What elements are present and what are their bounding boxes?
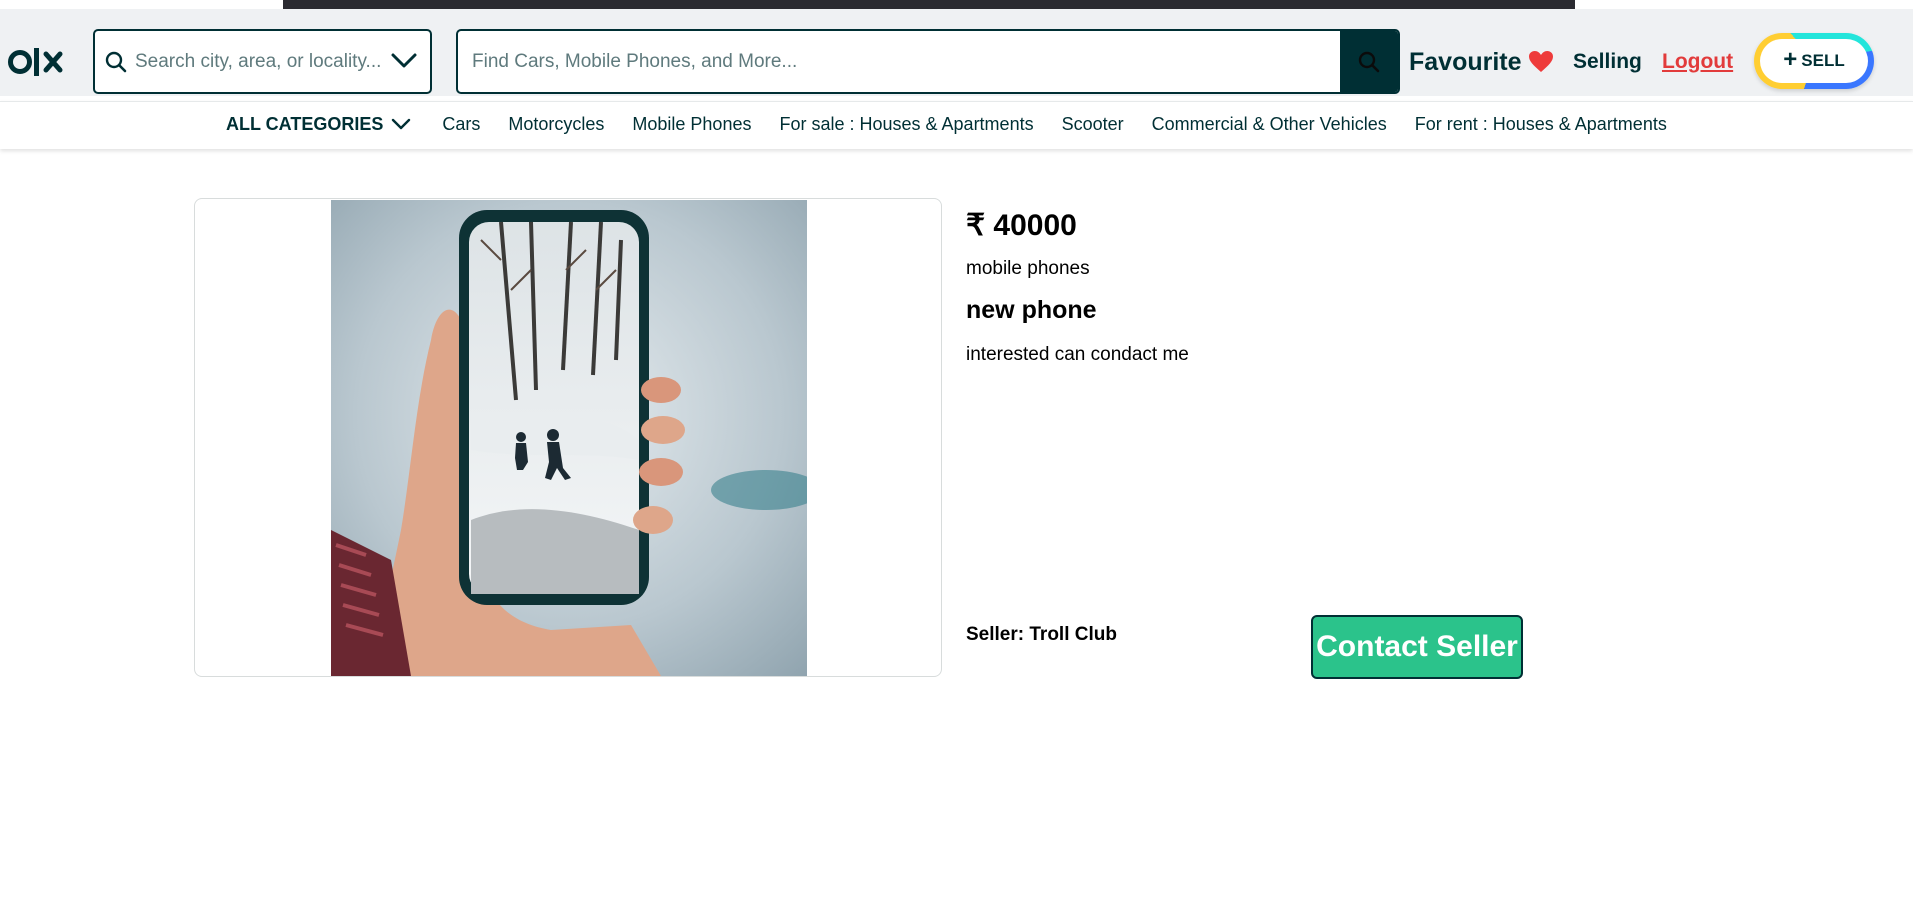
contact-seller-button[interactable]: Contact Seller (1311, 615, 1523, 679)
main-search-box[interactable] (456, 29, 1400, 94)
search-icon (1358, 51, 1380, 73)
category-link-houses-rent[interactable]: For rent : Houses & Apartments (1415, 114, 1667, 135)
location-search-box[interactable] (93, 29, 432, 94)
product-price: ₹ 40000 (966, 209, 1077, 242)
logout-link[interactable]: Logout (1662, 50, 1733, 74)
product-image-card (194, 198, 942, 677)
product-title: new phone (966, 296, 1097, 324)
category-link-commercial-vehicles[interactable]: Commercial & Other Vehicles (1152, 114, 1387, 135)
category-link-scooter[interactable]: Scooter (1062, 114, 1124, 135)
search-icon (105, 51, 127, 73)
favourite-label: Favourite (1409, 47, 1522, 76)
product-description: interested can condact me (966, 344, 1189, 365)
search-button[interactable] (1340, 31, 1398, 92)
browser-top-strip (0, 0, 1913, 9)
main-search-input[interactable] (472, 45, 1332, 79)
site-header: Favourite Selling Logout + SELL (0, 9, 1913, 96)
category-link-mobile-phones[interactable]: Mobile Phones (632, 114, 751, 135)
category-link-houses-sale[interactable]: For sale : Houses & Apartments (779, 114, 1033, 135)
sell-button[interactable]: + SELL (1754, 33, 1874, 89)
plus-icon: + (1783, 46, 1798, 73)
category-link-motorcycles[interactable]: Motorcycles (508, 114, 604, 135)
chevron-down-icon (392, 118, 411, 130)
category-list: ALL CATEGORIES Cars Motorcycles Mobile P… (226, 114, 1667, 135)
all-categories-dropdown[interactable]: ALL CATEGORIES (226, 114, 411, 135)
category-bar: ALL CATEGORIES Cars Motorcycles Mobile P… (0, 101, 1913, 149)
chevron-down-icon[interactable] (390, 51, 418, 71)
sell-label: SELL (1801, 51, 1845, 70)
favourite-link[interactable]: Favourite (1409, 46, 1554, 78)
olx-logo[interactable] (8, 44, 70, 80)
product-photo[interactable] (331, 200, 807, 676)
browser-tab-bar (283, 0, 1575, 9)
product-category: mobile phones (966, 258, 1090, 279)
sell-button-inner: + SELL (1760, 39, 1868, 83)
location-search-input[interactable] (135, 45, 385, 79)
selling-link[interactable]: Selling (1573, 50, 1642, 74)
all-categories-label: ALL CATEGORIES (226, 114, 384, 134)
category-link-cars[interactable]: Cars (442, 114, 480, 135)
heart-icon (1528, 51, 1553, 72)
seller-name: Seller: Troll Club (966, 624, 1117, 645)
phone-in-hand-image (331, 200, 807, 676)
